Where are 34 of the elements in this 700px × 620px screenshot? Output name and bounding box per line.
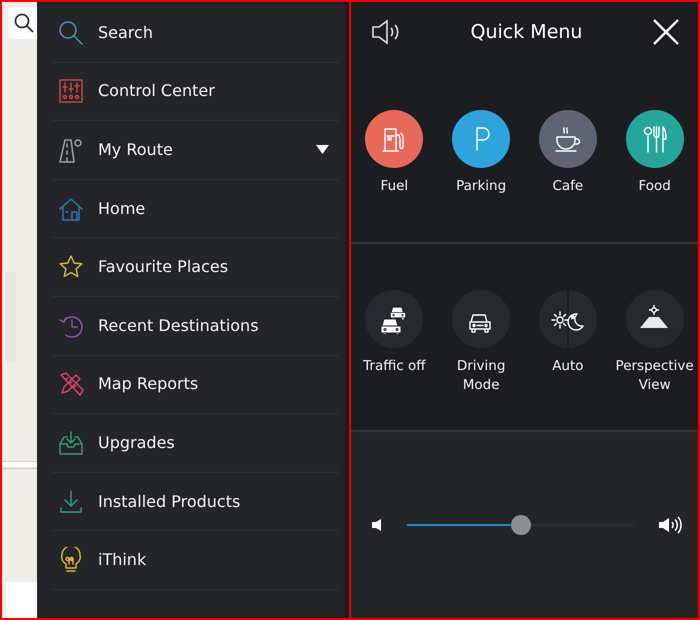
menu-item[interactable]: Recent Destinations — [52, 296, 339, 356]
menu-item[interactable]: My Route — [52, 121, 339, 180]
inbox-download-icon — [58, 430, 84, 456]
volume-low-icon — [371, 518, 383, 532]
volume-high-icon — [658, 516, 682, 534]
place-button[interactable]: Food — [612, 110, 697, 196]
download-icon — [58, 488, 84, 515]
home-icon — [58, 196, 84, 222]
menu-item[interactable]: Search — [52, 4, 339, 63]
place-button[interactable]: Fuel — [352, 110, 436, 196]
sliders-icon — [58, 78, 84, 104]
menu-item[interactable]: Home — [52, 180, 339, 238]
place-button[interactable]: Parking — [439, 110, 524, 196]
slider-thumb[interactable] — [510, 515, 530, 535]
search-icon — [58, 20, 84, 46]
search-icon — [14, 13, 34, 33]
setting-button[interactable]: Traffic off — [352, 290, 436, 376]
lightbulb-icon — [58, 547, 84, 574]
menu-item[interactable]: Control Center — [52, 62, 339, 122]
menu-item[interactable]: Upgrades — [52, 414, 339, 473]
menu-item[interactable]: Favourite Places — [52, 238, 339, 297]
close-icon[interactable] — [652, 18, 680, 46]
road-icon — [58, 136, 84, 163]
pencil-ruler-icon — [58, 371, 84, 398]
place-button[interactable]: Cafe — [526, 110, 610, 196]
search-button[interactable] — [8, 7, 37, 39]
setting-button[interactable]: Driving Mode — [439, 290, 524, 395]
menu-item[interactable]: Installed Products — [52, 472, 339, 532]
setting-button[interactable]: Auto — [526, 290, 610, 376]
menu-item[interactable]: Map Reports — [52, 356, 339, 414]
sound-icon[interactable] — [371, 19, 401, 45]
quick-menu-title: Quick Menu — [470, 20, 582, 45]
menu-item[interactable]: iThink — [52, 531, 339, 590]
setting-button[interactable]: Perspective View — [612, 290, 697, 395]
